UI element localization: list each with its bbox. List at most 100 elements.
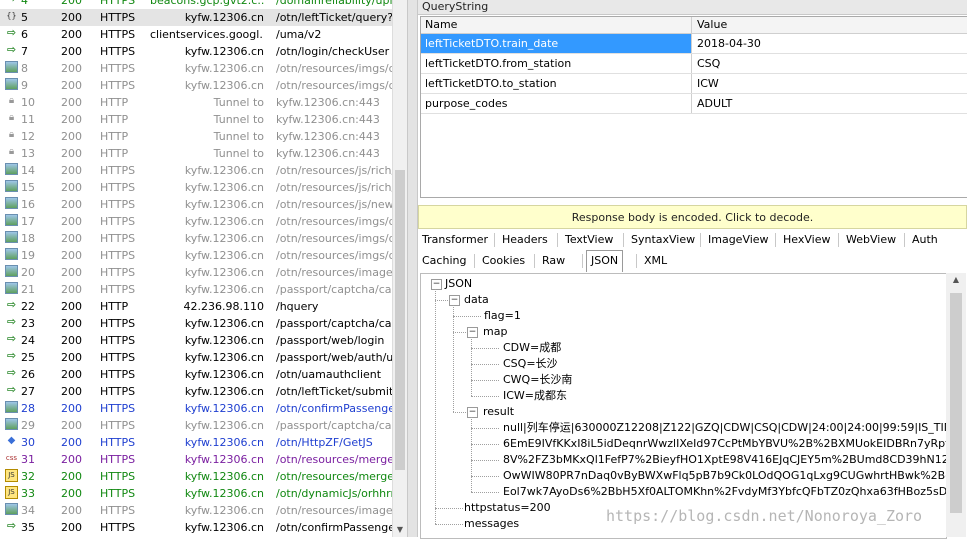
session-row[interactable]: JS 32 200 HTTPS kyfw.12306.cn/otn/resources/… — [0, 468, 392, 485]
result-item-node[interactable]: Eol7wk7AyoDs6%2BbH5Xf0ALTOMKhn%2FvdyMf3Y… — [503, 484, 946, 500]
session-row[interactable]: 19 200 HTTPS kyfw.12306.cn/otn/resources/im… — [0, 247, 392, 264]
session-row[interactable]: 16 200 HTTPS kyfw.12306.cn/otn/resources/js… — [0, 196, 392, 213]
tab-xml[interactable]: XML — [640, 251, 671, 271]
session-row[interactable]: ⇨4200HTTPSbeacons.gcp.gvt2.c.../domainre… — [0, 0, 392, 9]
session-row[interactable]: 28 200 HTTPS kyfw.12306.cn/otn/confirmPasse… — [0, 400, 392, 417]
httpstatus-node[interactable]: httpstatus=200 — [464, 500, 551, 516]
pane-splitter[interactable] — [407, 0, 418, 537]
decode-banner[interactable]: Response body is encoded. Click to decod… — [418, 205, 967, 229]
session-host: kyfw.12306.cn — [184, 351, 264, 364]
data-expander-icon[interactable]: − — [449, 295, 460, 306]
session-row[interactable]: 9 200 HTTPS kyfw.12306.cn/otn/resources/img… — [0, 77, 392, 94]
map-expander-icon[interactable]: − — [467, 327, 478, 338]
map-item-node[interactable]: CWQ=长沙南 — [503, 372, 572, 388]
tab-transformer[interactable]: Transformer — [418, 230, 492, 250]
scroll-down-arrow-icon[interactable]: ▼ — [395, 525, 405, 535]
querystring-row[interactable]: leftTicketDTO.from_station CSQ — [421, 54, 967, 74]
session-row[interactable]: JS 33 200 HTTPS kyfw.12306.cn/otn/dynamicJs/… — [0, 485, 392, 502]
result-item-node[interactable]: null|列车停运|630000Z12208|Z122|GZQ|CDW|CSQ|… — [503, 420, 946, 436]
session-row[interactable]: ⇨ 27 200 HTTPS kyfw.12306.cn/otn/leftTicket/… — [0, 383, 392, 400]
session-url: /otn/resources/imgs/dhx — [276, 79, 392, 92]
json-scrollbar[interactable]: ▲ — [946, 273, 966, 537]
session-url: kyfw.12306.cn:443 — [276, 96, 380, 109]
session-row[interactable]: 34 200 HTTPS kyfw.12306.cn/otn/resources/im… — [0, 502, 392, 519]
session-host: kyfw.12306.cn — [184, 11, 264, 24]
result-item-node[interactable]: 8V%2FZ3bMKxQl1FefP7%2BieyfHO1XptE98V416E… — [503, 452, 946, 468]
tab-cookies[interactable]: Cookies — [478, 251, 529, 271]
map-node[interactable]: map — [483, 324, 507, 340]
tab-json[interactable]: JSON — [586, 250, 624, 272]
session-row[interactable]: ⇨ 26 200 HTTPS kyfw.12306.cn/otn/uamauthclie… — [0, 366, 392, 383]
session-row[interactable]: 8 200 HTTPS kyfw.12306.cn/otn/resources/img… — [0, 60, 392, 77]
tab-webview[interactable]: WebView — [842, 230, 900, 250]
session-row[interactable]: 15 200 HTTPS kyfw.12306.cn/otn/resources/js… — [0, 179, 392, 196]
session-number: 22 — [21, 300, 35, 313]
value-column-header[interactable]: Value — [693, 17, 727, 33]
session-row[interactable]: 🔒︎ 12 200 HTTP Tunnel to kyfw.12306.cn:443 — [0, 128, 392, 145]
tab-textview[interactable]: TextView — [561, 230, 617, 250]
session-row[interactable]: ⇨ 24 200 HTTPS kyfw.12306.cn/passport/web/lo… — [0, 332, 392, 349]
messages-node[interactable]: messages — [464, 516, 519, 532]
session-row[interactable]: {} 5 200 HTTPS kyfw.12306.cn/otn/leftTicket/… — [0, 9, 392, 26]
name-column-header[interactable]: Name — [421, 17, 692, 33]
session-row[interactable]: 18 200 HTTPS kyfw.12306.cn/otn/resources/im… — [0, 230, 392, 247]
tab-syntaxview[interactable]: SyntaxView — [627, 230, 699, 250]
session-row[interactable]: 🔒︎ 13 200 HTTP Tunnel to kyfw.12306.cn:443 — [0, 145, 392, 162]
sessions-scroll-thumb[interactable] — [395, 170, 405, 470]
session-row[interactable]: ◆ 30 200 HTTPS kyfw.12306.cn/otn/HttpZF/GetJ… — [0, 434, 392, 451]
tree-connector — [435, 508, 463, 509]
json-root-expander-icon[interactable]: − — [431, 279, 442, 290]
session-url: /domainreliability/uploa — [276, 0, 392, 7]
session-row[interactable]: 29 200 HTTPS kyfw.12306.cn/passport/captcha… — [0, 417, 392, 434]
image-icon — [5, 197, 18, 209]
param-name: leftTicketDTO.to_station — [421, 74, 692, 93]
session-result: 200 — [61, 368, 82, 381]
result-item-node[interactable]: OwWIW80PR7nDaq0vByBWXwFlq5pB7b9Ck0LOdQOG… — [503, 468, 946, 484]
session-row[interactable]: css 31 200 HTTPS kyfw.12306.cn/otn/resources… — [0, 451, 392, 468]
tab-headers[interactable]: Headers — [498, 230, 552, 250]
session-row[interactable]: ⇨ 7 200 HTTPS kyfw.12306.cn/otn/login/checkU… — [0, 43, 392, 60]
session-row[interactable]: 17 200 HTTPS kyfw.12306.cn/otn/resources/im… — [0, 213, 392, 230]
session-row[interactable]: ⇨ 25 200 HTTPS kyfw.12306.cn/passport/web/au… — [0, 349, 392, 366]
session-icon: JS — [5, 469, 19, 483]
json-tree-view[interactable]: − JSON − data flag=1− map CDW=成都 CSQ=长沙 CWQ=长沙南 I… — [420, 273, 947, 539]
tab-raw[interactable]: Raw — [538, 251, 569, 271]
scroll-up-arrow-icon[interactable]: ▲ — [950, 275, 962, 287]
session-row[interactable]: 🔒︎ 11 200 HTTP Tunnel to kyfw.12306.cn:443 — [0, 111, 392, 128]
flag-node[interactable]: flag=1 — [484, 308, 521, 324]
querystring-row[interactable]: purpose_codes ADULT — [421, 94, 967, 114]
tab-caching[interactable]: Caching — [418, 251, 470, 271]
session-result: 200 — [61, 113, 82, 126]
querystring-table[interactable]: Name Value leftTicketDTO.train_date 2018-… — [420, 16, 967, 198]
sessions-scrollbar[interactable]: ▼ — [392, 0, 407, 537]
session-row[interactable]: 14 200 HTTPS kyfw.12306.cn/otn/resources/js… — [0, 162, 392, 179]
session-result: 200 — [61, 317, 82, 330]
result-expander-icon[interactable]: − — [467, 407, 478, 418]
tab-auth[interactable]: Auth — [908, 230, 942, 250]
session-host: kyfw.12306.cn — [184, 453, 264, 466]
session-url: /otn/resources/imgs/dhx — [276, 249, 392, 262]
session-row[interactable]: 20 200 HTTPS kyfw.12306.cn/otn/resources/im… — [0, 264, 392, 281]
map-item-node[interactable]: ICW=成都东 — [503, 388, 567, 404]
session-row[interactable]: ⇨ 22 200 HTTP 42.236.98.110/hquery — [0, 298, 392, 315]
querystring-row[interactable]: leftTicketDTO.train_date 2018-04-30 — [421, 34, 967, 54]
session-row[interactable]: ⇨ 6 200 HTTPS clientservices.googl.../uma/v2 — [0, 26, 392, 43]
session-row[interactable]: ⇨ 35 200 HTTPS kyfw.12306.cn/otn/confirmPass… — [0, 519, 392, 536]
session-result: 200 — [61, 62, 82, 75]
result-item-node[interactable]: 6EmE9IVfKKxI8iL5idDeqnrWwzlIXeId97CcPtMb… — [503, 436, 946, 452]
sessions-list[interactable]: ⇨4200HTTPSbeacons.gcp.gvt2.c.../domainre… — [0, 0, 392, 537]
tab-imageview[interactable]: ImageView — [704, 230, 773, 250]
session-row[interactable]: ⇨ 23 200 HTTPS kyfw.12306.cn/passport/captch… — [0, 315, 392, 332]
result-node[interactable]: result — [483, 404, 514, 420]
querystring-row[interactable]: leftTicketDTO.to_station ICW — [421, 74, 967, 94]
json-scroll-thumb[interactable] — [950, 293, 962, 513]
arrow-icon: ⇨ — [6, 350, 17, 362]
session-row[interactable]: 🔒︎ 10 200 HTTP Tunnel to kyfw.12306.cn:443 — [0, 94, 392, 111]
map-item-node[interactable]: CSQ=长沙 — [503, 356, 558, 372]
json-root-node[interactable]: JSON — [445, 276, 472, 292]
tab-hexview[interactable]: HexView — [779, 230, 834, 250]
session-host: kyfw.12306.cn — [184, 368, 264, 381]
session-row[interactable]: 21 200 HTTPS kyfw.12306.cn/passport/captcha… — [0, 281, 392, 298]
map-item-node[interactable]: CDW=成都 — [503, 340, 561, 356]
data-node[interactable]: data — [464, 292, 489, 308]
